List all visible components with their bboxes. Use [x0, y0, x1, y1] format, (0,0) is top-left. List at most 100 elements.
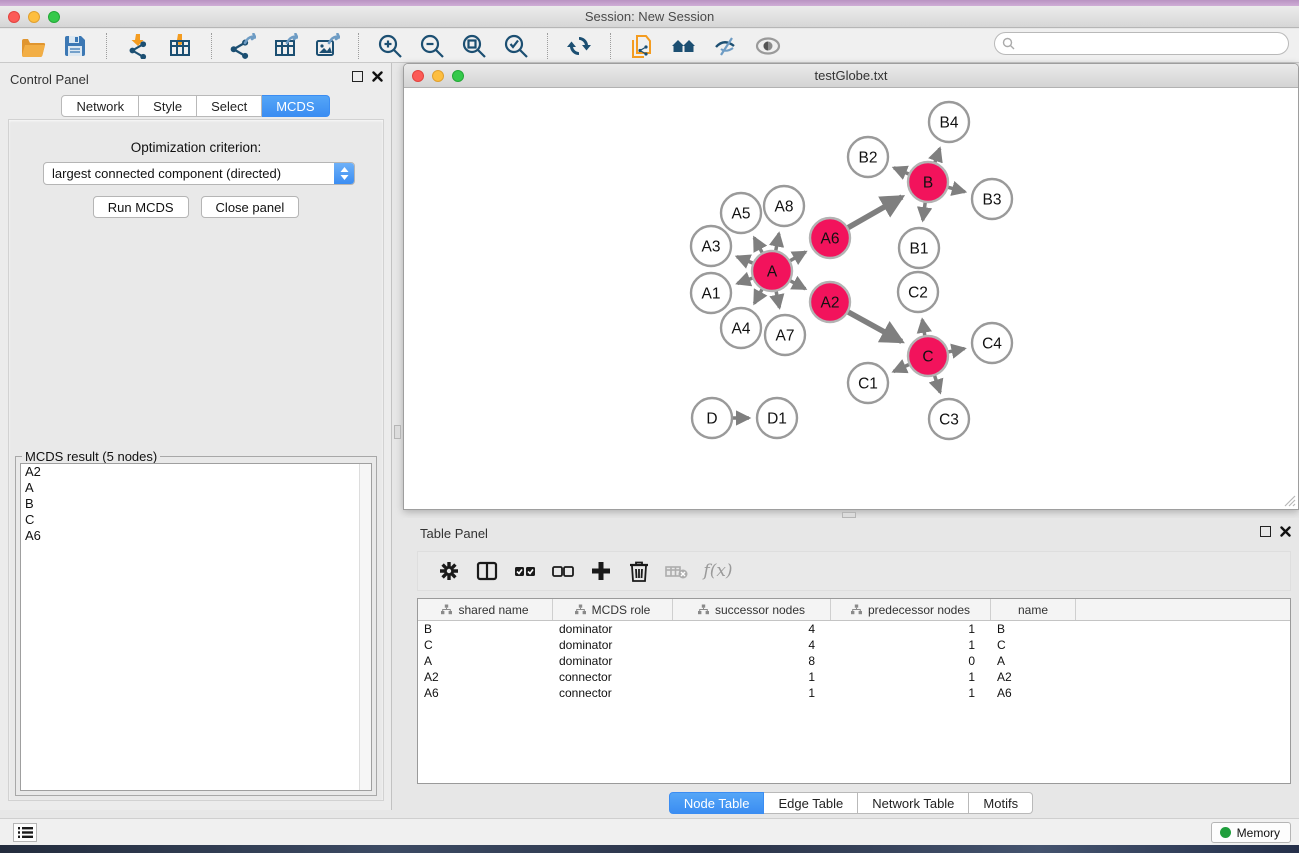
select-all-button[interactable] [508, 556, 542, 586]
result-item[interactable]: A2 [21, 464, 371, 480]
table-row[interactable]: A2connector11A2 [418, 669, 1290, 685]
table-tab-edge-table[interactable]: Edge Table [764, 792, 858, 814]
svg-text:B4: B4 [940, 115, 959, 132]
graph-node-B3[interactable]: B3 [972, 179, 1012, 219]
graph-node-C[interactable]: C [908, 336, 948, 376]
graph-node-B4[interactable]: B4 [929, 102, 969, 142]
hide-panel-button[interactable] [711, 32, 741, 60]
resize-grip-icon[interactable] [1282, 493, 1296, 507]
network-view-window: testGlobe.txt B4 B2 B B3 A8A5 A6 A3 B1 A A1 C2 A2 A4… [403, 63, 1299, 510]
tab-mcds[interactable]: MCDS [262, 95, 329, 117]
float-panel-icon[interactable] [352, 71, 363, 82]
check-off-icon [550, 558, 576, 584]
open-session-button[interactable] [18, 32, 48, 60]
delete-column-button[interactable] [622, 556, 656, 586]
table-row[interactable]: A6connector11A6 [418, 685, 1290, 701]
mcds-result-list[interactable]: A2ABCA6 [20, 463, 372, 791]
graph-node-A1[interactable]: A1 [691, 273, 731, 313]
table-row[interactable]: Bdominator41B [418, 621, 1290, 637]
run-mcds-button[interactable]: Run MCDS [93, 196, 189, 218]
export-network-button[interactable] [228, 32, 258, 60]
result-scrollbar[interactable] [359, 464, 371, 790]
close-table-panel-icon[interactable] [1280, 526, 1291, 537]
tab-style[interactable]: Style [139, 95, 197, 117]
table-row[interactable]: Cdominator41C [418, 637, 1290, 653]
graph-node-A2[interactable]: A2 [810, 282, 850, 322]
svg-text:C2: C2 [908, 285, 928, 302]
add-column-button[interactable] [584, 556, 618, 586]
svg-text:A2: A2 [821, 295, 840, 312]
graph-node-C2[interactable]: C2 [898, 272, 938, 312]
column-header-shared-name[interactable]: shared name [418, 599, 553, 620]
mcds-result-group: MCDS result (5 nodes) A2ABCA6 [15, 456, 377, 796]
graph-node-C3[interactable]: C3 [929, 399, 969, 439]
deselect-all-button[interactable] [546, 556, 580, 586]
column-header-successor-nodes[interactable]: successor nodes [673, 599, 831, 620]
search-input[interactable] [1019, 37, 1288, 51]
graph-node-A[interactable]: A [752, 251, 792, 291]
function-builder-button[interactable]: f(x) [698, 556, 732, 586]
export-table-button[interactable] [270, 32, 300, 60]
result-item[interactable]: A6 [21, 528, 371, 544]
table-tab-network-table[interactable]: Network Table [858, 792, 969, 814]
graph-node-B[interactable]: B [908, 162, 948, 202]
svg-text:A6: A6 [821, 231, 840, 248]
table-cell: 1 [673, 669, 831, 685]
column-header-MCDS-role[interactable]: MCDS role [553, 599, 673, 620]
edge-A2-C[interactable] [846, 311, 902, 342]
graph-node-D[interactable]: D [692, 398, 732, 438]
search-field[interactable] [994, 32, 1289, 55]
graph-node-A6[interactable]: A6 [810, 218, 850, 258]
graph-node-A4[interactable]: A4 [721, 308, 761, 348]
column-header-predecessor-nodes[interactable]: predecessor nodes [831, 599, 991, 620]
import-network-from-file-button[interactable] [123, 32, 153, 60]
tab-network[interactable]: Network [61, 95, 139, 117]
graph-node-A5[interactable]: A5 [721, 193, 761, 233]
graph-node-B2[interactable]: B2 [848, 137, 888, 177]
result-item[interactable]: C [21, 512, 371, 528]
table-cell: 8 [673, 653, 831, 669]
float-table-panel-icon[interactable] [1260, 526, 1271, 537]
vertical-splitter-handle[interactable] [394, 425, 401, 439]
result-item[interactable]: A [21, 480, 371, 496]
duplicate-network-button[interactable] [627, 32, 657, 60]
mcds-panel: Optimization criterion: largest connecte… [8, 119, 384, 801]
table-tab-node-table[interactable]: Node Table [669, 792, 765, 814]
graph-node-C4[interactable]: C4 [972, 323, 1012, 363]
network-canvas[interactable]: B4 B2 B B3 A8A5 A6 A3 B1 A A1 C2 A2 A4A7 C4 C C1 D C3 D1 [405, 89, 1297, 508]
graph-node-C1[interactable]: C1 [848, 363, 888, 403]
close-panel-icon[interactable] [372, 71, 383, 82]
zoom-fit-button[interactable] [459, 32, 489, 60]
export-image-button[interactable] [312, 32, 342, 60]
zoom-out-button[interactable] [417, 32, 447, 60]
toggle-columns-button[interactable] [470, 556, 504, 586]
optimization-criterion-select[interactable]: largest connected component (directed) [43, 162, 355, 185]
zoom-check-icon [503, 33, 529, 59]
task-history-button[interactable] [13, 823, 37, 842]
close-panel-button[interactable]: Close panel [201, 196, 300, 218]
memory-button[interactable]: Memory [1211, 822, 1291, 843]
graph-node-A3[interactable]: A3 [691, 226, 731, 266]
refresh-button[interactable] [564, 32, 594, 60]
table-tab-motifs[interactable]: Motifs [969, 792, 1033, 814]
table-cell: 1 [831, 669, 991, 685]
network-window-titlebar[interactable]: testGlobe.txt [404, 64, 1298, 88]
import-table-from-file-button[interactable] [165, 32, 195, 60]
table-settings-button[interactable] [432, 556, 466, 586]
edge-A6-B[interactable] [846, 197, 902, 229]
table-cell: 4 [673, 621, 831, 637]
delete-table-button[interactable] [660, 556, 694, 586]
column-header-name[interactable]: name [991, 599, 1076, 620]
save-session-button[interactable] [60, 32, 90, 60]
graph-node-A7[interactable]: A7 [765, 315, 805, 355]
result-item[interactable]: B [21, 496, 371, 512]
show-panel-button[interactable] [753, 32, 783, 60]
graph-node-A8[interactable]: A8 [764, 186, 804, 226]
graph-node-D1[interactable]: D1 [757, 398, 797, 438]
zoom-in-button[interactable] [375, 32, 405, 60]
home-button[interactable] [669, 32, 699, 60]
table-row[interactable]: Adominator80A [418, 653, 1290, 669]
tab-select[interactable]: Select [197, 95, 262, 117]
zoom-selected-button[interactable] [501, 32, 531, 60]
graph-node-B1[interactable]: B1 [899, 228, 939, 268]
